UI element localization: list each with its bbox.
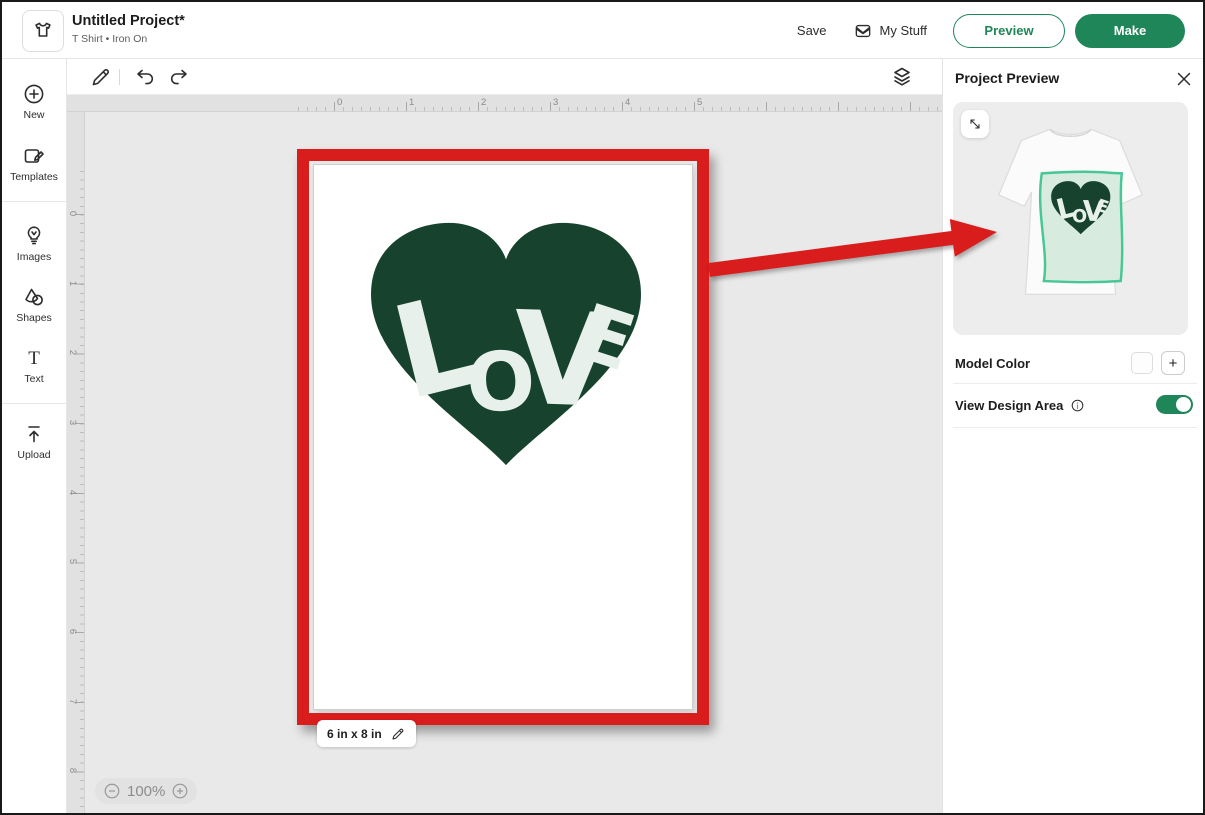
ruler-corner bbox=[67, 95, 85, 112]
sidebar-divider bbox=[2, 403, 66, 404]
project-title: Untitled Project* bbox=[72, 13, 185, 29]
template-pencil-icon bbox=[22, 144, 46, 168]
expand-preview-button[interactable] bbox=[961, 110, 989, 138]
my-stuff-button[interactable]: My Stuff bbox=[853, 21, 927, 41]
toolbar-divider bbox=[119, 69, 120, 85]
design-mat[interactable] bbox=[313, 164, 693, 710]
love-heart-design[interactable] bbox=[347, 207, 665, 477]
pencil-icon[interactable] bbox=[89, 65, 113, 89]
sidebar-item-images[interactable]: Images bbox=[2, 224, 66, 263]
shapes-icon bbox=[22, 285, 46, 309]
undo-icon[interactable] bbox=[133, 65, 157, 89]
model-color-row: Model Color + bbox=[955, 349, 1195, 377]
panel-title: Project Preview bbox=[955, 70, 1059, 86]
make-button[interactable]: Make bbox=[1075, 14, 1185, 48]
top-bar: Untitled Project* T Shirt • Iron On Save… bbox=[2, 2, 1203, 59]
zoom-control: 100% bbox=[95, 778, 197, 804]
top-bar-actions: Save My Stuff Preview Make bbox=[797, 2, 1185, 59]
close-icon[interactable] bbox=[1173, 68, 1195, 90]
project-subtitle: T Shirt • Iron On bbox=[72, 33, 147, 45]
save-button[interactable]: Save bbox=[797, 23, 827, 38]
horizontal-ruler: 0 1 2 3 4 5 bbox=[85, 95, 942, 112]
sidebar-divider bbox=[2, 201, 66, 202]
pencil-icon bbox=[390, 726, 406, 742]
expand-icon bbox=[967, 116, 983, 132]
vertical-ruler: 0 1 2 3 4 5 6 7 8 bbox=[67, 112, 85, 815]
panel-divider bbox=[953, 383, 1197, 384]
project-type-button[interactable] bbox=[22, 10, 64, 52]
envelope-icon bbox=[853, 21, 873, 41]
letter-t-icon: T bbox=[22, 346, 46, 370]
canvas-area: 0 1 2 3 4 5 0 1 2 3 4 5 6 7 8 bbox=[67, 59, 942, 815]
redo-icon[interactable] bbox=[167, 65, 191, 89]
panel-divider bbox=[953, 427, 1197, 428]
app-window: Untitled Project* T Shirt • Iron On Save… bbox=[0, 0, 1205, 815]
lightbulb-icon bbox=[22, 224, 46, 248]
info-icon[interactable] bbox=[1070, 398, 1085, 413]
zoom-in-button[interactable] bbox=[171, 782, 189, 800]
view-design-area-label: View Design Area bbox=[955, 398, 1063, 413]
sidebar-item-new[interactable]: New bbox=[2, 82, 66, 121]
sidebar-item-upload[interactable]: Upload bbox=[2, 422, 66, 461]
ruler-unit-ticks bbox=[67, 214, 84, 815]
sidebar-item-text[interactable]: T Text bbox=[2, 346, 66, 385]
canvas-toolbar bbox=[67, 59, 942, 95]
model-color-label: Model Color bbox=[955, 356, 1030, 371]
ruler-unit-ticks bbox=[334, 95, 942, 111]
toggle-knob bbox=[1176, 397, 1191, 412]
tshirt-icon bbox=[31, 19, 55, 43]
left-sidebar: New Templates Images Shapes bbox=[2, 59, 67, 815]
preview-button[interactable]: Preview bbox=[953, 14, 1065, 48]
view-design-area-toggle[interactable] bbox=[1156, 395, 1193, 414]
layers-icon[interactable] bbox=[890, 65, 914, 89]
project-preview-panel: Project Preview Model Color + Vi bbox=[942, 59, 1205, 815]
view-design-area-row: View Design Area bbox=[955, 393, 1195, 417]
model-color-swatch[interactable] bbox=[1131, 352, 1153, 374]
sidebar-item-shapes[interactable]: Shapes bbox=[2, 285, 66, 324]
shirt-preview-card bbox=[953, 102, 1188, 335]
add-model-color-button[interactable]: + bbox=[1161, 351, 1185, 375]
mat-size-label: 6 in x 8 in bbox=[327, 727, 382, 741]
mat-size-tag[interactable]: 6 in x 8 in bbox=[317, 720, 416, 747]
tshirt-preview-image bbox=[968, 116, 1173, 321]
upload-arrow-icon bbox=[22, 422, 46, 446]
sidebar-item-templates[interactable]: Templates bbox=[2, 144, 66, 183]
svg-text:T: T bbox=[28, 348, 40, 369]
zoom-level: 100% bbox=[127, 783, 165, 800]
zoom-out-button[interactable] bbox=[103, 782, 121, 800]
plus-circle-icon bbox=[22, 82, 46, 106]
